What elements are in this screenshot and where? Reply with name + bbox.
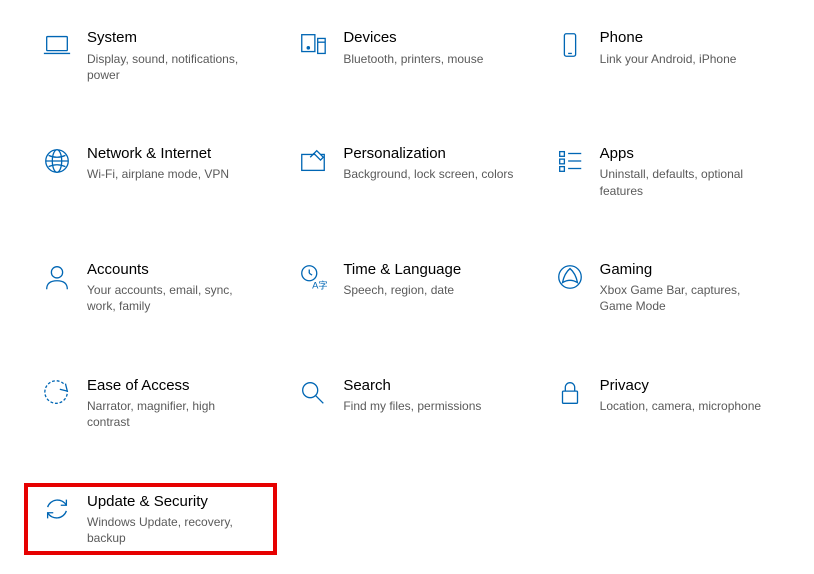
tile-title: Accounts — [87, 260, 258, 280]
tile-privacy[interactable]: Privacy Location, camera, microphone — [543, 373, 784, 434]
tile-title: Update & Security — [87, 492, 258, 512]
paintbrush-icon — [289, 144, 337, 176]
tile-desc: Uninstall, defaults, optional features — [600, 166, 771, 198]
tile-title: Phone — [600, 28, 737, 48]
tile-title: Devices — [343, 28, 483, 48]
tile-ease-of-access[interactable]: Ease of Access Narrator, magnifier, high… — [30, 373, 271, 434]
laptop-icon — [33, 28, 81, 60]
tile-personalization[interactable]: Personalization Background, lock screen,… — [286, 141, 527, 202]
tile-search[interactable]: Search Find my files, permissions — [286, 373, 527, 434]
globe-icon — [33, 144, 81, 176]
settings-grid: System Display, sound, notifications, po… — [30, 25, 784, 549]
tile-title: Apps — [600, 144, 771, 164]
tile-gaming[interactable]: Gaming Xbox Game Bar, captures, Game Mod… — [543, 257, 784, 318]
search-icon — [289, 376, 337, 408]
gaming-icon — [546, 260, 594, 292]
tile-title: Ease of Access — [87, 376, 258, 396]
svg-text:A字: A字 — [312, 279, 328, 290]
tile-desc: Speech, region, date — [343, 282, 461, 298]
tile-network[interactable]: Network & Internet Wi-Fi, airplane mode,… — [30, 141, 271, 202]
tile-desc: Windows Update, recovery, backup — [87, 514, 258, 546]
tile-title: Personalization — [343, 144, 513, 164]
tile-apps[interactable]: Apps Uninstall, defaults, optional featu… — [543, 141, 784, 202]
phone-icon — [546, 28, 594, 60]
person-icon — [33, 260, 81, 292]
devices-icon — [289, 28, 337, 60]
sync-icon — [33, 492, 81, 524]
tile-desc: Display, sound, notifications, power — [87, 51, 258, 83]
tile-title: Search — [343, 376, 481, 396]
tile-desc: Background, lock screen, colors — [343, 166, 513, 182]
tile-desc: Location, camera, microphone — [600, 398, 761, 414]
tile-desc: Your accounts, email, sync, work, family — [87, 282, 258, 314]
tile-phone[interactable]: Phone Link your Android, iPhone — [543, 25, 784, 86]
time-language-icon: A字 — [289, 260, 337, 292]
tile-desc: Narrator, magnifier, high contrast — [87, 398, 258, 430]
apps-icon — [546, 144, 594, 176]
tile-accounts[interactable]: Accounts Your accounts, email, sync, wor… — [30, 257, 271, 318]
tile-desc: Link your Android, iPhone — [600, 51, 737, 67]
tile-desc: Find my files, permissions — [343, 398, 481, 414]
ease-of-access-icon — [33, 376, 81, 408]
tile-desc: Bluetooth, printers, mouse — [343, 51, 483, 67]
tile-devices[interactable]: Devices Bluetooth, printers, mouse — [286, 25, 527, 86]
lock-icon — [546, 376, 594, 408]
tile-title: Network & Internet — [87, 144, 229, 164]
tile-title: Privacy — [600, 376, 761, 396]
tile-desc: Xbox Game Bar, captures, Game Mode — [600, 282, 771, 314]
tile-desc: Wi-Fi, airplane mode, VPN — [87, 166, 229, 182]
tile-title: Gaming — [600, 260, 771, 280]
tile-title: Time & Language — [343, 260, 461, 280]
tile-system[interactable]: System Display, sound, notifications, po… — [30, 25, 271, 86]
tile-update-security[interactable]: Update & Security Windows Update, recove… — [30, 489, 271, 550]
tile-title: System — [87, 28, 258, 48]
tile-time[interactable]: A字 Time & Language Speech, region, date — [286, 257, 527, 318]
